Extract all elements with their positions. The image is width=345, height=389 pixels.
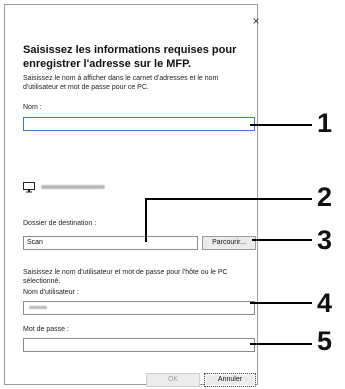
callout-number-5: 5: [317, 326, 333, 356]
close-icon[interactable]: ×: [250, 15, 262, 27]
callout-number-4: 4: [317, 288, 333, 318]
destination-label: Dossier de destination :: [23, 220, 97, 227]
username-value-blurred: [29, 306, 47, 309]
browse-button[interactable]: Parcourir...: [202, 236, 256, 250]
callout-line-5: [250, 343, 312, 345]
callout-number-2: 2: [317, 182, 333, 212]
password-field[interactable]: [23, 338, 255, 352]
save-address-dialog: × Saisissez les informations requises po…: [4, 4, 260, 387]
name-label: Nom :: [23, 104, 42, 111]
destination-folder-field[interactable]: Scan: [23, 236, 198, 250]
callout-line-3: [252, 239, 312, 241]
credentials-intro-text: Saisissez le nom d'utilisateur et mot de…: [23, 269, 228, 285]
callout-number-3: 3: [317, 225, 333, 255]
password-label: Mot de passe :: [23, 326, 69, 333]
callout-line-2b: [145, 198, 312, 200]
cancel-button[interactable]: Annuler: [204, 373, 256, 387]
monitor-icon: [23, 182, 35, 193]
ok-button[interactable]: OK: [146, 373, 200, 387]
username-field[interactable]: [23, 301, 255, 315]
dialog-heading: Saisissez les informations requises pour…: [23, 44, 237, 70]
name-field[interactable]: [23, 117, 255, 131]
callout-line-2a: [145, 198, 147, 242]
intro-text: Saisissez le nom à afficher dans le carn…: [23, 75, 219, 91]
callout-number-1: 1: [317, 108, 333, 138]
username-label: Nom d'utilisateur :: [23, 289, 79, 296]
callout-line-1: [250, 124, 312, 126]
computer-name-blurred: [41, 185, 105, 189]
callout-line-4: [250, 302, 312, 304]
